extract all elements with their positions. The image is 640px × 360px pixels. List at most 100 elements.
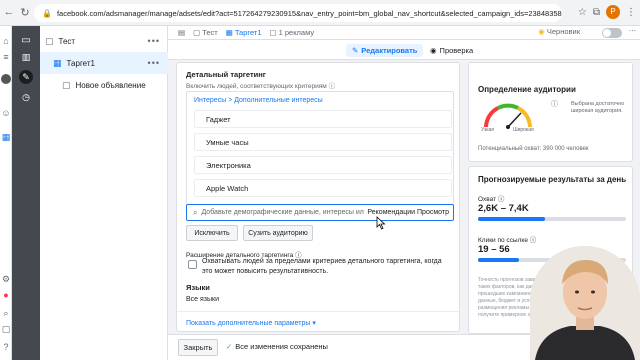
crumb-campaign[interactable]: ▢ Тест [193, 28, 218, 37]
webcam-overlay [530, 246, 640, 360]
folder-icon: ▢ [193, 28, 201, 37]
targeting-card: Детальный таргетинг Включить людей, соот… [176, 62, 460, 332]
interests-box: Интересы > Дополнительные интересы Гадже… [186, 91, 454, 205]
collapse-icon[interactable]: ▭ [19, 34, 33, 48]
reach-value: 2,6K – 7,4K [478, 203, 529, 214]
hamburger-icon[interactable]: ≡ [1, 52, 11, 62]
sidebar-toggle-icon[interactable]: ▤ [178, 28, 185, 37]
divider [177, 311, 459, 312]
crumb-adset[interactable]: ▦ Таргет1 [226, 28, 262, 37]
interests-breadcrumb[interactable]: Интересы > Дополнительные интересы [194, 97, 323, 104]
close-button[interactable]: Закрыть [178, 339, 218, 356]
adset-icon: ▦ [53, 57, 62, 68]
reload-icon[interactable]: ↻ [18, 6, 32, 19]
reach-label-text: Охват [478, 196, 497, 203]
interests-search-input[interactable]: ⌕ Добавьте демографические данные, интер… [186, 204, 454, 221]
clicks-label: Клики по ссылке ⓘ [478, 234, 536, 244]
expand-description: Охватывать людей за пределами критериев … [202, 258, 442, 275]
edit-pencil-icon[interactable]: ✎ [19, 70, 33, 84]
profile-avatar[interactable]: P [606, 5, 620, 19]
exclude-button[interactable]: Исключить [186, 225, 238, 241]
tab-edit[interactable]: ✎ Редактировать [346, 44, 424, 57]
audience-definition-panel: Определение аудитории Узкая Широкая ⓘ Вы… [468, 62, 633, 162]
browser-toolbar: ← ↻ 🔒 facebook.com/adsmanager/manage/ads… [0, 0, 640, 26]
tab-label: Проверка [439, 46, 474, 55]
tree-adset[interactable]: ▦ Таргет1 ••• [40, 52, 168, 74]
crumb-label: 1 рекламу [278, 28, 315, 37]
help-icon[interactable]: ? [1, 342, 11, 352]
crumb-label: Таргет1 [234, 28, 262, 37]
clicks-value: 19 – 56 [478, 244, 510, 255]
star-icon[interactable]: ☆ [578, 7, 587, 18]
tree-ad[interactable]: ▢ Новое объявление [40, 74, 168, 96]
more-icon[interactable]: ••• [148, 36, 160, 46]
search-placeholder: Добавьте демографические данные, интерес… [201, 209, 364, 216]
menu-icon[interactable]: ⋮ [626, 7, 636, 18]
lock-icon: 🔒 [42, 8, 52, 18]
mouse-cursor-icon [376, 216, 386, 230]
interest-item[interactable]: Гаджет [194, 110, 452, 128]
ad-icon: ▢ [62, 79, 71, 90]
home-icon[interactable]: ⌂ [1, 36, 11, 46]
interest-item[interactable]: Электроника [194, 156, 452, 174]
section-subtitle: Включить людей, соответствующих критерия… [186, 80, 335, 90]
search-icon: ⌕ [193, 207, 198, 217]
global-nav: ⌂ ≡ ☺ ▦ ⚙ ● ⌕ ▢ ? [0, 26, 12, 360]
mode-tabs: ✎ Редактировать ◉ Проверка [168, 40, 640, 60]
warning-icon: ◉ [538, 27, 545, 36]
grid-icon[interactable]: ▦ [1, 132, 11, 142]
eye-icon: ◉ [430, 46, 437, 55]
history-icon[interactable]: ◷ [19, 90, 33, 104]
url-text: facebook.com/adsmanager/manage/adsets/ed… [56, 8, 562, 18]
presenter-video [530, 246, 640, 360]
status-text: Черновик [546, 27, 580, 36]
settings-icon[interactable]: ⚙ [1, 274, 11, 284]
more-icon[interactable]: ••• [148, 58, 160, 68]
status-badge: ◉ Черновик [538, 27, 580, 36]
info-icon[interactable]: ⓘ [498, 196, 505, 203]
search-icon[interactable]: ⌕ [1, 308, 11, 318]
search-links[interactable]: Рекомендации Просмотр [367, 209, 449, 216]
languages-title: Языки [186, 283, 210, 292]
info-icon[interactable]: ⓘ [530, 237, 537, 244]
emoji-icon[interactable]: ☺ [1, 108, 11, 118]
bookmark-icon[interactable]: ▢ [1, 324, 11, 334]
narrow-audience-button[interactable]: Сузить аудиторию [243, 225, 313, 241]
ad-icon: ▢ [269, 28, 277, 37]
address-bar[interactable]: 🔒 facebook.com/adsmanager/manage/adsets/… [34, 4, 562, 22]
adset-icon: ▦ [225, 28, 233, 37]
extensions-icon[interactable]: ⧉ [593, 7, 600, 18]
save-status: ✓ Все изменения сохранены [226, 342, 328, 351]
info-icon[interactable]: ⓘ [329, 83, 336, 90]
avatar[interactable] [1, 74, 11, 84]
forecast-title: Прогнозируемые результаты за день [478, 175, 627, 184]
more-icon[interactable]: ⋯ [629, 26, 637, 35]
notifications-icon[interactable]: ● [1, 290, 11, 300]
reach-bar-fill [478, 217, 545, 221]
show-more-link[interactable]: Показать дополнительные параметры ▾ [186, 319, 316, 327]
crumb-ads[interactable]: ▢ 1 рекламу [270, 28, 315, 37]
crumb-label: Тест [202, 28, 218, 37]
info-icon[interactable]: ⓘ [551, 99, 558, 109]
audience-title: Определение аудитории [478, 85, 576, 94]
tree-campaign[interactable]: ▢ Тест ••• [40, 30, 168, 52]
reach-label: Охват ⓘ [478, 193, 504, 203]
campaign-name: Тест [58, 36, 76, 46]
check-icon: ✓ [226, 342, 233, 351]
chart-icon[interactable]: ▥ [19, 50, 33, 64]
languages-value[interactable]: Все языки [186, 296, 219, 303]
editor-tool-strip: ▭ ▥ ✎ ◷ [12, 26, 40, 360]
publish-toggle[interactable] [602, 28, 622, 38]
interest-item[interactable]: Apple Watch [194, 179, 452, 197]
gauge-broad-label: Широкая [513, 127, 534, 133]
subtitle-text: Включить людей, соответствующих критерия… [186, 83, 327, 90]
gauge-narrow-label: Узкая [481, 127, 494, 133]
tab-label: Редактировать [361, 46, 418, 55]
campaign-tree: ▢ Тест ••• ▦ Таргет1 ••• ▢ Новое объявле… [40, 26, 168, 360]
expand-checkbox[interactable] [188, 260, 197, 269]
section-title: Детальный таргетинг [186, 70, 266, 79]
back-icon[interactable]: ← [2, 6, 16, 18]
interest-item[interactable]: Умные часы [194, 133, 452, 151]
tab-preview[interactable]: ◉ Проверка [430, 44, 473, 57]
ad-name: Новое объявление [75, 80, 146, 90]
